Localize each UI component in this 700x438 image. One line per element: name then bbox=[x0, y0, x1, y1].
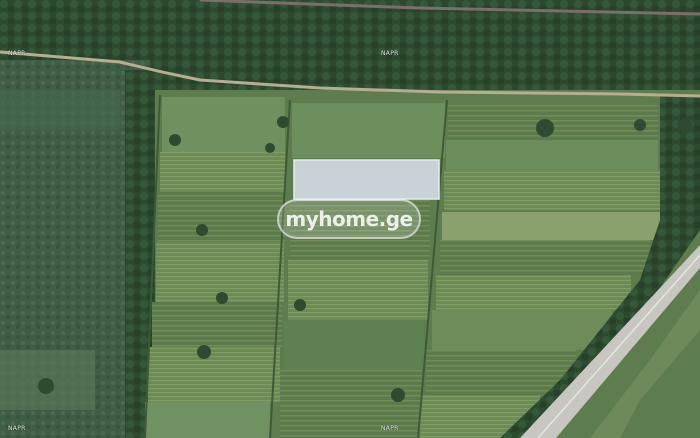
watermark-text: myhome.ge bbox=[285, 207, 413, 231]
watermark: myhome.ge bbox=[277, 199, 421, 239]
provider-label: NAPR bbox=[381, 50, 399, 57]
provider-label: NAPR bbox=[8, 425, 26, 432]
provider-label: NAPR bbox=[8, 50, 26, 57]
highlighted-parcel bbox=[293, 159, 440, 200]
provider-label: NAPR bbox=[381, 425, 399, 432]
satellite-map[interactable]: NAPR NAPR NAPR NAPR myhome.ge bbox=[0, 0, 700, 438]
